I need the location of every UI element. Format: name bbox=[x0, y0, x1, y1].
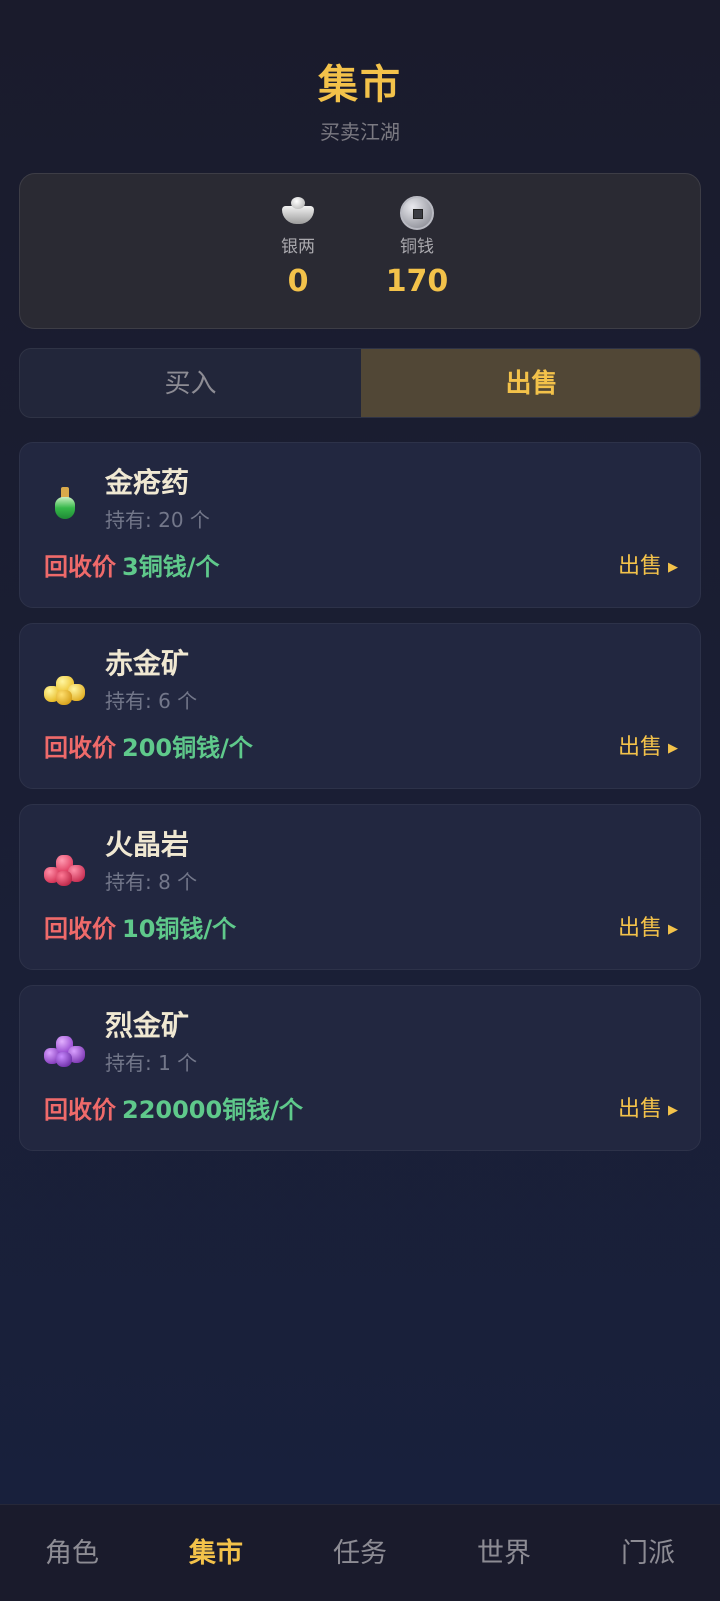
sell-button[interactable]: 出售 ▶ bbox=[618, 1092, 678, 1129]
sell-button[interactable]: 出售 ▶ bbox=[618, 730, 678, 767]
sell-button-label: 出售 bbox=[617, 554, 662, 579]
copper-value: 170 bbox=[385, 264, 449, 299]
page-header: 集市 买卖江湖 bbox=[0, 55, 720, 147]
play-arrow-icon: ▶ bbox=[668, 741, 678, 756]
green-potion-icon bbox=[42, 481, 88, 527]
red-crystal-icon bbox=[42, 843, 88, 889]
item-card: 金疮药 持有: 20 个 回收价 3铜钱/个 出售 ▶ bbox=[19, 442, 701, 608]
nav-item-sect[interactable]: 门派 bbox=[576, 1505, 720, 1601]
tab-sell[interactable]: 出售 bbox=[361, 349, 700, 417]
wallet-panel: 银两 0 铜钱 170 bbox=[19, 173, 701, 329]
price-label: 回收价 bbox=[44, 734, 116, 762]
sell-button-label: 出售 bbox=[617, 735, 662, 760]
sell-button[interactable]: 出售 ▶ bbox=[618, 911, 678, 948]
copper-coin-icon bbox=[399, 196, 435, 230]
price-value: 10铜钱/个 bbox=[122, 915, 237, 943]
price-label: 回收价 bbox=[44, 1096, 116, 1124]
play-arrow-icon: ▶ bbox=[668, 922, 678, 937]
nav-item-market[interactable]: 集市 bbox=[144, 1505, 288, 1601]
item-quantity: 持有: 6 个 bbox=[105, 689, 198, 713]
price-row: 回收价 220000铜钱/个 bbox=[44, 1092, 303, 1128]
gold-ore-icon bbox=[42, 662, 88, 708]
purple-ore-icon bbox=[42, 1024, 88, 1070]
price-value: 220000铜钱/个 bbox=[122, 1096, 303, 1124]
price-value: 3铜钱/个 bbox=[122, 553, 220, 581]
price-row: 回收价 200铜钱/个 bbox=[44, 730, 253, 766]
play-arrow-icon: ▶ bbox=[668, 560, 678, 575]
bottom-nav: 角色 集市 任务 世界 门派 bbox=[0, 1504, 720, 1601]
item-name: 赤金矿 bbox=[105, 647, 190, 680]
price-row: 回收价 10铜钱/个 bbox=[44, 911, 236, 947]
play-arrow-icon: ▶ bbox=[668, 1103, 678, 1118]
price-value: 200铜钱/个 bbox=[122, 734, 253, 762]
item-quantity: 持有: 8 个 bbox=[105, 870, 198, 894]
page-title: 集市 bbox=[318, 62, 402, 108]
silver-ingot-icon bbox=[280, 196, 316, 230]
price-label: 回收价 bbox=[44, 553, 116, 581]
nav-item-quests[interactable]: 任务 bbox=[288, 1505, 432, 1601]
item-name: 烈金矿 bbox=[105, 1009, 190, 1042]
sell-button-label: 出售 bbox=[617, 1097, 662, 1122]
sell-button[interactable]: 出售 ▶ bbox=[618, 549, 678, 586]
page-subtitle: 买卖江湖 bbox=[320, 120, 400, 144]
silver-label: 银两 bbox=[281, 237, 315, 257]
tab-buy[interactable]: 买入 bbox=[20, 349, 361, 417]
price-row: 回收价 3铜钱/个 bbox=[44, 549, 219, 585]
copper-label: 铜钱 bbox=[400, 237, 434, 257]
sell-button-label: 出售 bbox=[617, 916, 662, 941]
item-name: 火晶岩 bbox=[105, 828, 190, 861]
item-card: 火晶岩 持有: 8 个 回收价 10铜钱/个 出售 ▶ bbox=[19, 804, 701, 970]
silver-balance: 银两 0 bbox=[253, 196, 343, 302]
copper-balance: 铜钱 170 bbox=[372, 196, 462, 302]
item-quantity: 持有: 20 个 bbox=[105, 508, 210, 532]
item-card: 烈金矿 持有: 1 个 回收价 220000铜钱/个 出售 ▶ bbox=[19, 985, 701, 1151]
silver-value: 0 bbox=[287, 264, 309, 299]
item-quantity: 持有: 1 个 bbox=[105, 1051, 198, 1075]
item-card: 赤金矿 持有: 6 个 回收价 200铜钱/个 出售 ▶ bbox=[19, 623, 701, 789]
nav-item-world[interactable]: 世界 bbox=[432, 1505, 576, 1601]
trade-tabs: 买入 出售 bbox=[19, 348, 701, 418]
nav-item-character[interactable]: 角色 bbox=[0, 1505, 144, 1601]
item-name: 金疮药 bbox=[105, 466, 190, 499]
price-label: 回收价 bbox=[44, 915, 116, 943]
